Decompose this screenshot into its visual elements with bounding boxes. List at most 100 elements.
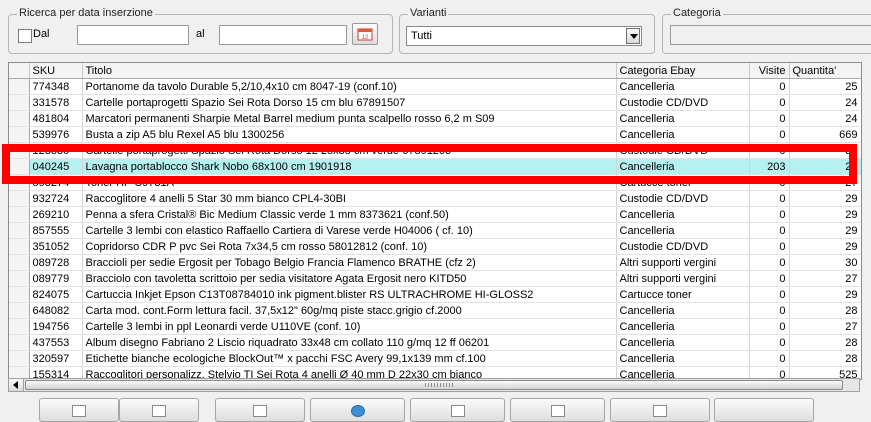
cell-quantity[interactable]: 27 bbox=[789, 270, 861, 287]
cell-category[interactable]: Cartucce toner bbox=[616, 174, 750, 191]
scroll-thumb[interactable] bbox=[25, 380, 843, 390]
cell-quantity[interactable]: 27 bbox=[789, 318, 861, 335]
calendar-button[interactable]: 12 bbox=[352, 23, 378, 45]
cell-visits[interactable]: 0 bbox=[749, 318, 790, 335]
cell-category[interactable]: Cancelleria bbox=[616, 206, 750, 223]
cell-quantity[interactable]: 24 bbox=[789, 94, 861, 111]
cell-sku[interactable]: 481804 bbox=[29, 110, 83, 127]
cell-title[interactable]: Lavagna portablocco Shark Nobo 68x100 cm… bbox=[82, 158, 617, 175]
table-row[interactable]: 648082 Carta mod. cont.Form lettura facil… bbox=[9, 302, 861, 319]
scroll-left-button[interactable] bbox=[9, 379, 24, 391]
cell-sku[interactable]: 857555 bbox=[29, 222, 83, 239]
cell-quantity[interactable]: 29 bbox=[789, 238, 861, 255]
cell-sku[interactable]: 824075 bbox=[29, 286, 83, 303]
cell-title[interactable]: Bracciolo con tavoletta scrittoio per se… bbox=[82, 270, 617, 287]
cell-sku[interactable]: 331578 bbox=[29, 94, 83, 111]
cell-visits[interactable]: 0 bbox=[749, 126, 790, 143]
cell-category[interactable]: Custodie CD/DVD bbox=[616, 190, 750, 207]
cell-visits[interactable]: 0 bbox=[749, 222, 790, 239]
table-row[interactable]: 932724 Raccoglitore 4 anelli 5 Star 30 mm… bbox=[9, 190, 861, 207]
cell-sku[interactable]: 040245 bbox=[29, 158, 83, 175]
horizontal-scrollbar[interactable] bbox=[8, 378, 860, 392]
toolbar-button-3[interactable] bbox=[215, 398, 305, 422]
table-row[interactable]: 824075 Cartuccia Inkjet Epson C13T0878401… bbox=[9, 286, 861, 303]
cell-quantity[interactable]: 29 bbox=[789, 222, 861, 239]
toolbar-button-5[interactable] bbox=[410, 398, 505, 422]
table-row[interactable]: 539976 Busta a zip A5 blu Rexel A5 blu 13… bbox=[9, 126, 861, 143]
cell-title[interactable]: Cartelle portaprogetti Spazio Sei Rota D… bbox=[82, 94, 617, 111]
table-row[interactable]: 481804 Marcatori permanenti Sharpie Metal… bbox=[9, 110, 861, 127]
toolbar-button-8[interactable] bbox=[714, 398, 814, 422]
cell-visits[interactable]: 0 bbox=[749, 254, 790, 271]
cell-visits[interactable]: 0 bbox=[749, 94, 790, 111]
cell-category[interactable]: Cancelleria bbox=[616, 222, 750, 239]
cell-quantity[interactable]: 28 bbox=[789, 334, 861, 351]
cell-sku[interactable]: 774348 bbox=[29, 78, 83, 95]
cell-quantity[interactable]: 28 bbox=[789, 350, 861, 367]
column-header-quantity[interactable]: Quantita' bbox=[789, 63, 861, 79]
toolbar-button-4[interactable] bbox=[310, 398, 405, 422]
cell-category[interactable]: Cancelleria bbox=[616, 302, 750, 319]
category-input[interactable] bbox=[670, 25, 871, 45]
toolbar-button-7[interactable] bbox=[610, 398, 710, 422]
table-row[interactable]: 320597 Etichette bianche ecologiche Block… bbox=[9, 350, 861, 367]
cell-title[interactable]: Penna a sfera Cristal® Bic Medium Classi… bbox=[82, 206, 617, 223]
table-row[interactable]: 437553 Album disegno Fabriano 2 Liscio ri… bbox=[9, 334, 861, 351]
table-row[interactable]: 774348 Portanome da tavolo Durable 5,2/10… bbox=[9, 78, 861, 95]
cell-title[interactable]: Cartelle portaprogetti Spazio Sei Rota D… bbox=[82, 142, 617, 159]
column-header-title[interactable]: Titolo bbox=[82, 63, 617, 79]
cell-title[interactable]: Cartelle 3 lembi in ppl Leonardi verde U… bbox=[82, 318, 617, 335]
dal-checkbox[interactable] bbox=[18, 29, 32, 43]
table-row[interactable]: 598274 Toner HP C9731A Cartucce toner 0 27 bbox=[9, 174, 861, 191]
cell-title[interactable]: Cartelle 3 lembi con elastico Raffaello … bbox=[82, 222, 617, 239]
table-row[interactable]: 089779 Bracciolo con tavoletta scrittoio … bbox=[9, 270, 861, 287]
toolbar-button-6[interactable] bbox=[510, 398, 605, 422]
cell-title[interactable]: Carta mod. cont.Form lettura facil. 37,5… bbox=[82, 302, 617, 319]
variants-select[interactable]: Tutti bbox=[406, 26, 642, 46]
column-header-sku[interactable]: SKU bbox=[29, 63, 83, 79]
table-row[interactable]: 857555 Cartelle 3 lembi con elastico Raff… bbox=[9, 222, 861, 239]
cell-sku[interactable]: 598274 bbox=[29, 174, 83, 191]
date-to-input[interactable] bbox=[219, 25, 347, 45]
cell-sku[interactable]: 648082 bbox=[29, 302, 83, 319]
cell-title[interactable]: Toner HP C9731A bbox=[82, 174, 617, 191]
cell-sku[interactable]: 194756 bbox=[29, 318, 83, 335]
cell-category[interactable]: Custodie CD/DVD bbox=[616, 238, 750, 255]
table-row[interactable]: 194756 Cartelle 3 lembi in ppl Leonardi v… bbox=[9, 318, 861, 335]
cell-quantity[interactable]: 27 bbox=[789, 174, 861, 191]
cell-quantity[interactable]: 29 bbox=[789, 190, 861, 207]
cell-visits[interactable]: 0 bbox=[749, 110, 790, 127]
cell-title[interactable]: Copridorso CDR P pvc Sei Rota 7x34,5 cm … bbox=[82, 238, 617, 255]
cell-quantity[interactable]: 24 bbox=[789, 110, 861, 127]
cell-visits[interactable]: 0 bbox=[749, 334, 790, 351]
cell-category[interactable]: Cancelleria bbox=[616, 350, 750, 367]
date-from-input[interactable] bbox=[77, 25, 189, 45]
cell-visits[interactable]: 0 bbox=[749, 174, 790, 191]
cell-visits[interactable]: 203 bbox=[749, 158, 790, 175]
cell-visits[interactable]: 0 bbox=[749, 190, 790, 207]
cell-quantity[interactable]: 28 bbox=[789, 302, 861, 319]
cell-quantity[interactable]: 27 bbox=[789, 158, 861, 175]
cell-title[interactable]: Busta a zip A5 blu Rexel A5 blu 1300256 bbox=[82, 126, 617, 143]
cell-visits[interactable]: 0 bbox=[749, 238, 790, 255]
cell-quantity[interactable]: 25 bbox=[789, 78, 861, 95]
cell-category[interactable]: Cancelleria bbox=[616, 78, 750, 95]
cell-title[interactable]: Cartuccia Inkjet Epson C13T08784010 ink … bbox=[82, 286, 617, 303]
table-row[interactable]: 351052 Copridorso CDR P pvc Sei Rota 7x34… bbox=[9, 238, 861, 255]
cell-category[interactable]: Cancelleria bbox=[616, 110, 750, 127]
cell-sku[interactable]: 351052 bbox=[29, 238, 83, 255]
cell-sku[interactable]: 123330 bbox=[29, 142, 83, 159]
cell-quantity[interactable]: 31 bbox=[789, 142, 861, 159]
cell-category[interactable]: Cartucce toner bbox=[616, 286, 750, 303]
cell-title[interactable]: Etichette bianche ecologiche BlockOut™ x… bbox=[82, 350, 617, 367]
table-row[interactable]: 040245 Lavagna portablocco Shark Nobo 68x… bbox=[9, 158, 861, 175]
toolbar-button-2[interactable] bbox=[119, 398, 199, 422]
cell-category[interactable]: Cancelleria bbox=[616, 334, 750, 351]
cell-sku[interactable]: 539976 bbox=[29, 126, 83, 143]
cell-category[interactable]: Cancelleria bbox=[616, 158, 750, 175]
cell-sku[interactable]: 437553 bbox=[29, 334, 83, 351]
cell-quantity[interactable]: 29 bbox=[789, 286, 861, 303]
cell-sku[interactable]: 089779 bbox=[29, 270, 83, 287]
cell-title[interactable]: Braccioli per sedie Ergosit per Tobago B… bbox=[82, 254, 617, 271]
cell-category[interactable]: Cancelleria bbox=[616, 318, 750, 335]
